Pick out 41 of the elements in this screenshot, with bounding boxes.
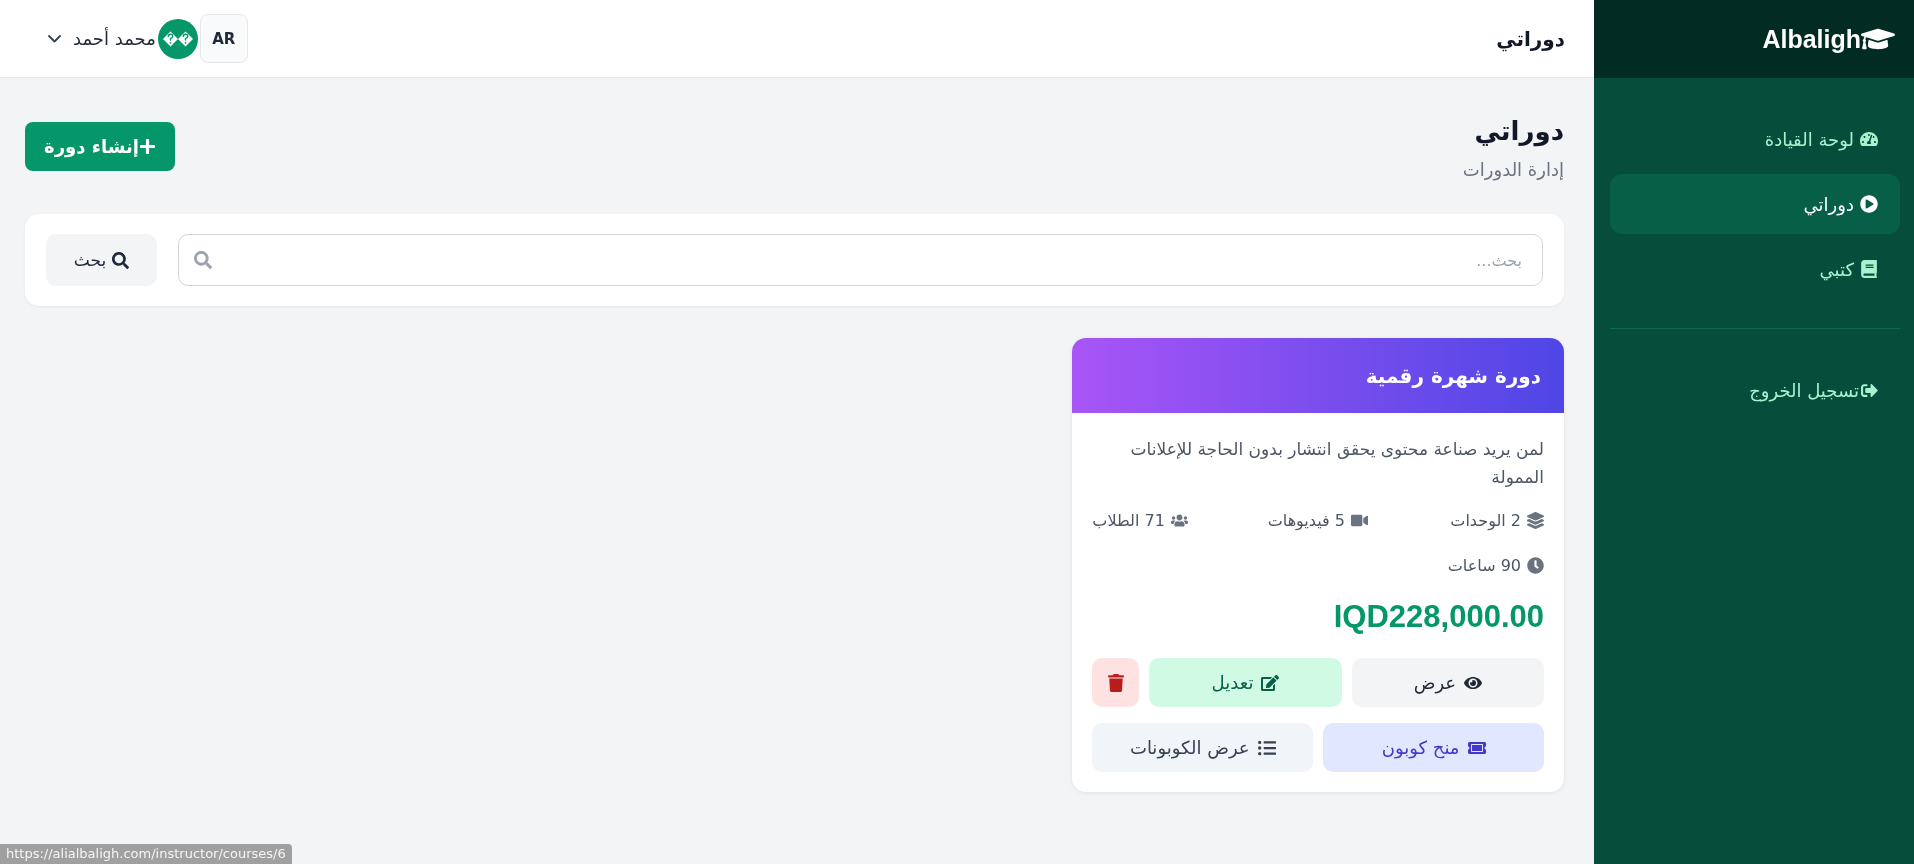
sidebar-nav-item[interactable]: لوحة القيادة [1610,109,1900,169]
course-description: لمن يريد صناعة محتوى يحقق انتشار بدون الحاجة للإعلانات الممولة [1129,438,1544,489]
search-field[interactable]: بحث... [178,234,1543,286]
search-icon [194,251,212,269]
page-subtitle: إدارة الدورات [1462,159,1564,181]
course-stat: 5 فيديوهات [1267,511,1345,530]
grant-coupon-button[interactable]: منح كوبون [1323,723,1544,772]
page-title: دوراتي [1473,115,1564,149]
users-icon [1170,512,1188,529]
course-stat: 90 ساعات [1447,556,1521,575]
chevron-down-icon [48,34,61,43]
delete-button[interactable] [1092,658,1140,707]
clock-icon [1527,557,1544,574]
logout-link[interactable]: تسجيل الخروج [1610,360,1900,420]
edit-icon [1261,673,1280,692]
topbar-title: دوراتي [1496,26,1565,51]
sidebar-nav-item[interactable]: دوراتي [1610,174,1900,234]
edit-button[interactable]: تعديل [1149,658,1342,707]
course-stat: 2 الوحدات [1450,511,1521,530]
book-icon [1860,260,1878,278]
search-button[interactable]: بحث [46,234,157,286]
language-button[interactable]: AR [199,14,248,63]
course-price: IQD228,000.00 [1332,599,1544,635]
logout-icon [1861,381,1878,399]
list-icon [1257,738,1276,757]
logo-text: Albaligh [1762,24,1861,54]
gauge-icon [1860,130,1878,148]
sidebar-nav-item[interactable]: كتبي [1610,239,1900,299]
trash-icon [1106,673,1125,692]
course-stat: 71 الطلاب [1092,511,1165,530]
course-title: دورة شهرة رقمية [1365,363,1541,388]
status-url: https://alialbaligh.com/instructor/courses/6 [0,844,292,864]
coupons-list-button[interactable]: عرض الكوبونات [1092,723,1314,772]
view-button[interactable]: عرض [1351,658,1544,707]
user-menu-button[interactable]: محمد أحمد [48,28,156,49]
plus-icon [138,138,156,155]
layers-icon [1527,512,1544,529]
avatar-icon [157,18,198,59]
create-course-button[interactable]: إنشاء دورة [25,122,175,171]
search-icon [112,251,130,269]
video-camera-icon [1350,512,1368,529]
